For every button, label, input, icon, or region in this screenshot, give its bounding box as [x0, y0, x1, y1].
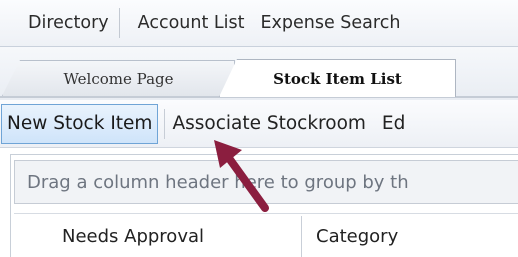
annotation-arrow-icon [214, 140, 269, 212]
top-menu-bar: Directory Account List Expense Search [0, 0, 518, 47]
edit-button-truncated[interactable]: Ed [382, 113, 421, 134]
tab-label: Stock Item List [273, 69, 402, 88]
application-window: Directory Account List Expense Search We… [0, 0, 518, 257]
column-header-needs-approval[interactable]: Needs Approval [62, 214, 204, 257]
tab-stock-item-list[interactable]: Stock Item List [219, 59, 456, 97]
associate-stockroom-button[interactable]: Associate Stockroom [172, 113, 381, 134]
column-header-category[interactable]: Category [316, 214, 398, 257]
tab-label: Welcome Page [63, 69, 174, 88]
new-stock-item-label: New Stock Item [7, 113, 153, 134]
menu-item-directory[interactable]: Directory [6, 13, 119, 33]
menu-item-account-list[interactable]: Account List [120, 13, 255, 33]
column-divider[interactable] [301, 216, 302, 257]
new-stock-item-button[interactable]: New Stock Item [1, 103, 159, 144]
menu-item-expense-search[interactable]: Expense Search [254, 13, 410, 33]
tab-welcome-page[interactable]: Welcome Page [2, 60, 235, 96]
toolbar-divider [164, 108, 166, 139]
